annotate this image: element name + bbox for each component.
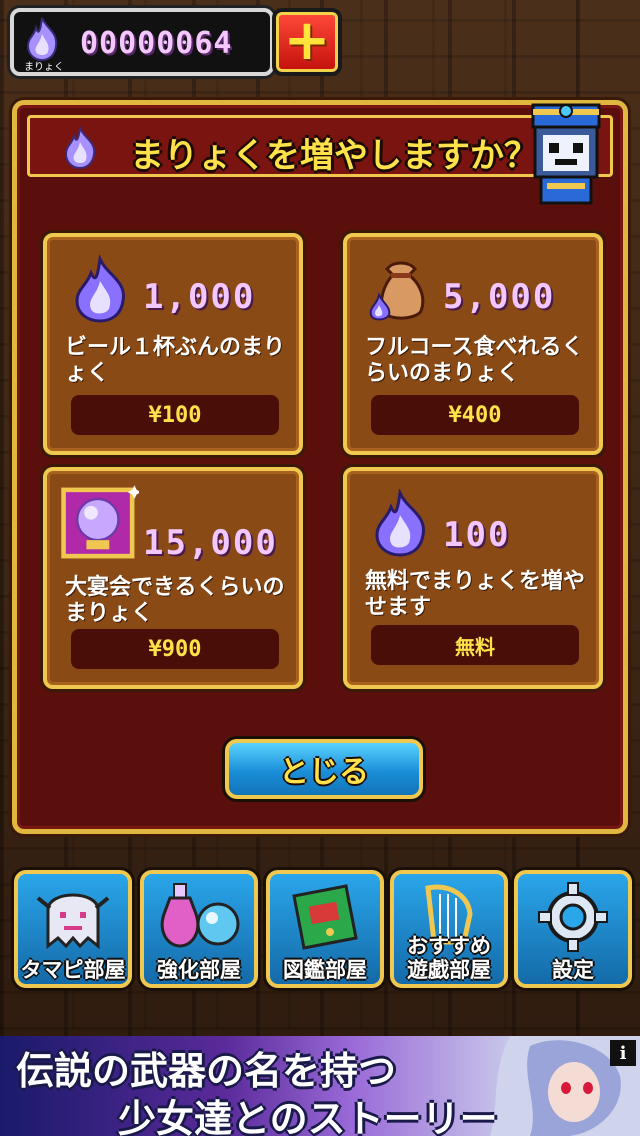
bottom-nav: タマピ部屋 強化部屋 図鑑部屋 おすすめ 遊戯部屋 設定 [10, 870, 632, 990]
nav-enhance-room[interactable]: 強化部屋 [140, 870, 258, 988]
offer-description: フルコース食べれるくらいのまりょく [365, 335, 584, 386]
close-button[interactable]: とじる [225, 739, 423, 799]
mana-caption: まりょく [24, 62, 64, 73]
nav-label: 設定 [552, 958, 594, 982]
potion-icon [160, 883, 240, 948]
offer-amount: 15,000 [143, 523, 278, 563]
nav-settings[interactable]: 設定 [514, 870, 632, 988]
purchase-modal: まりょくを増やしますか？ 1,000 ビール１杯ぶんのまりょく ¥100 5,0… [12, 100, 628, 834]
nav-label: 図鑑部屋 [283, 958, 367, 982]
mana-bag-icon [369, 261, 425, 321]
offer-card-1000[interactable]: 1,000 ビール１杯ぶんのまりょく ¥100 [43, 233, 303, 455]
ghost-icon [36, 893, 110, 950]
offer-card-5000[interactable]: 5,000 フルコース食べれるくらいのまりょく ¥400 [343, 233, 603, 455]
gear-icon [538, 882, 608, 952]
nav-encyclopedia-room[interactable]: 図鑑部屋 [266, 870, 384, 988]
ad-banner[interactable]: 伝説の武器の名を持つ 少女達とのストーリー i [0, 1036, 640, 1136]
offer-description: 無料でまりょくを増やせます [365, 569, 586, 620]
nav-tamapi-room[interactable]: タマピ部屋 [14, 870, 132, 988]
free-button[interactable]: 無料 [371, 625, 579, 665]
add-mana-button[interactable]: + [272, 8, 342, 76]
nav-label: おすすめ 遊戯部屋 [407, 934, 491, 982]
mana-counter: まりょく 00000064 [10, 8, 274, 76]
book-icon [292, 884, 358, 950]
mana-flame-icon [64, 126, 96, 170]
offer-description: ビール１杯ぶんのまりょく [65, 335, 286, 386]
buy-button[interactable]: ¥900 [71, 629, 279, 669]
offer-card-15000[interactable]: 15,000 大宴会できるくらいのまりょく ¥900 [43, 467, 303, 689]
ad-subheadline: 少女達とのストーリー [118, 1097, 498, 1136]
offer-amount: 100 [443, 515, 511, 555]
mana-flame-icon [375, 489, 425, 557]
offer-amount: 1,000 [143, 277, 256, 317]
mana-amount: 00000064 [80, 26, 233, 61]
nav-label: 強化部屋 [157, 958, 241, 982]
buy-button[interactable]: ¥100 [71, 395, 279, 435]
nav-recommended-room[interactable]: おすすめ 遊戯部屋 [390, 870, 508, 988]
offer-card-free[interactable]: 100 無料でまりょくを増やせます 無料 [343, 467, 603, 689]
offer-amount: 5,000 [443, 277, 556, 317]
nav-label: タマピ部屋 [20, 958, 126, 982]
plus-icon: + [283, 7, 331, 73]
modal-title: まりょくを増やしますか？ [130, 136, 538, 176]
mana-flame-icon [75, 255, 125, 323]
ad-headline: 伝説の武器の名を持つ [16, 1049, 397, 1093]
mascot-character-icon [531, 103, 601, 205]
mana-flame-icon [26, 16, 58, 62]
offer-description: 大宴会できるくらいのまりょく [65, 575, 285, 626]
treasure-chest-icon [61, 485, 139, 559]
buy-button[interactable]: ¥400 [371, 395, 579, 435]
info-icon[interactable]: i [610, 1040, 636, 1066]
